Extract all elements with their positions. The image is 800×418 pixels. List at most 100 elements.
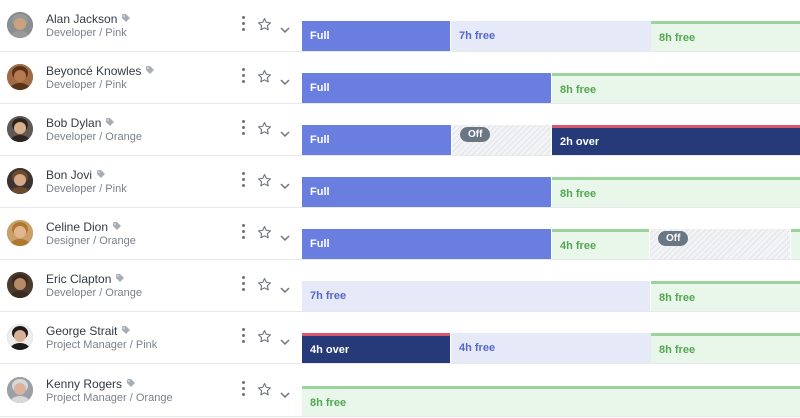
allocation-bar-full[interactable]: Full [302, 177, 551, 207]
star-icon[interactable] [257, 17, 272, 32]
allocation-bar-fresh[interactable]: 8h free [302, 386, 800, 416]
star-icon[interactable] [257, 382, 272, 397]
person-name-text: George Strait [46, 324, 118, 338]
person-info[interactable]: Eric Clapton Developer / Orange [0, 260, 302, 312]
allocation-label: 8h free [310, 397, 347, 409]
more-options-icon[interactable] [240, 16, 246, 32]
schedule-row: Kenny Rogers Project Manager / Orange 8h f… [0, 365, 800, 417]
tag-icon [106, 115, 115, 129]
avatar [7, 324, 33, 350]
star-icon[interactable] [257, 173, 272, 188]
more-options-icon[interactable] [240, 120, 246, 136]
tag-icon [122, 323, 131, 337]
schedule-row: Eric Clapton Developer / Orange 7h free 8h … [0, 260, 800, 312]
allocation-label: 8h free [659, 32, 696, 44]
allocation-bar-free[interactable]: 4h free [451, 333, 651, 363]
person-info[interactable]: Alan Jackson Developer / Pink [0, 0, 302, 52]
person-info[interactable]: Celine Dion Designer / Orange [0, 208, 302, 260]
more-options-icon[interactable] [240, 328, 246, 344]
chevron-down-icon[interactable] [280, 21, 290, 34]
person-role: Project Manager / Orange [46, 392, 173, 404]
person-name: George Strait [46, 323, 131, 338]
tag-icon [116, 271, 125, 285]
person-info[interactable]: Bob Dylan Developer / Orange [0, 104, 302, 156]
person-info[interactable]: Kenny Rogers Project Manager / Orange [0, 365, 302, 417]
chevron-down-icon[interactable] [280, 125, 290, 138]
chevron-down-icon[interactable] [280, 386, 290, 399]
person-info[interactable]: Bon Jovi Developer / Pink [0, 156, 302, 208]
more-options-icon[interactable] [240, 172, 246, 188]
allocation-bar-off[interactable]: Off [650, 229, 790, 259]
allocation-bar-fresh[interactable]: 8h free [651, 281, 800, 311]
person-role: Developer / Pink [46, 27, 127, 39]
team-schedule: Alan Jackson Developer / Pink Full 7h free 8… [0, 0, 800, 418]
star-icon[interactable] [257, 225, 272, 240]
person-role: Developer / Pink [46, 79, 127, 91]
more-options-icon[interactable] [240, 381, 246, 397]
star-icon[interactable] [257, 329, 272, 344]
allocation-label: 8h free [560, 188, 597, 200]
more-options-icon[interactable] [240, 68, 246, 84]
person-name: Bon Jovi [46, 167, 106, 182]
star-icon[interactable] [257, 277, 272, 292]
allocation-label: Full [310, 30, 330, 42]
schedule-row: Alan Jackson Developer / Pink Full 7h free 8… [0, 0, 800, 52]
allocation-label: 7h free [310, 290, 347, 302]
allocation-bar-free[interactable]: 7h free [451, 21, 651, 51]
row-divider [0, 363, 800, 364]
allocation-bar-fresh[interactable]: 8h free [651, 333, 800, 363]
allocation-bar-over[interactable]: 4h over [302, 333, 450, 363]
allocation-label: Full [310, 238, 330, 250]
allocation-bar-fresh[interactable]: 8h free [552, 73, 800, 103]
chevron-down-icon[interactable] [280, 177, 290, 190]
person-name-text: Bon Jovi [46, 168, 93, 182]
person-info[interactable]: George Strait Project Manager / Pink [0, 312, 302, 364]
allocation-bar-fresh[interactable]: 8h free [651, 21, 800, 51]
allocation-bar-full[interactable]: Full [302, 73, 551, 103]
allocation-bar-fresh[interactable]: 4h free [552, 229, 649, 259]
chevron-down-icon[interactable] [280, 333, 290, 346]
tag-icon [146, 63, 155, 77]
allocation-bar-off[interactable]: Off [452, 125, 551, 155]
schedule-row: Beyoncé Knowles Developer / Pink Full 8h fr… [0, 52, 800, 104]
schedule-row: Celine Dion Designer / Orange Full 4h free O… [0, 208, 800, 260]
person-name-text: Eric Clapton [46, 272, 112, 286]
allocation-bar-fresh[interactable] [791, 229, 800, 259]
chevron-down-icon[interactable] [280, 229, 290, 242]
chevron-down-icon[interactable] [280, 73, 290, 86]
allocation-bar-full[interactable]: Full [302, 125, 451, 155]
more-options-icon[interactable] [240, 276, 246, 292]
schedule-row: Bob Dylan Developer / Orange Full Off 2h ove… [0, 104, 800, 156]
tag-icon [113, 219, 122, 233]
allocation-label: 4h over [310, 344, 350, 356]
person-role: Designer / Orange [46, 235, 136, 247]
allocation-bar-fresh[interactable]: 8h free [552, 177, 800, 207]
tag-icon [122, 11, 131, 25]
allocation-bar-full[interactable]: Full [302, 229, 551, 259]
person-name: Beyoncé Knowles [46, 63, 155, 78]
schedule-row: Bon Jovi Developer / Pink Full 8h free [0, 156, 800, 208]
allocation-label: 8h free [659, 292, 696, 304]
tag-icon [127, 376, 136, 390]
person-name: Bob Dylan [46, 115, 115, 130]
star-icon[interactable] [257, 121, 272, 136]
person-name: Kenny Rogers [46, 376, 136, 391]
off-badge: Off [460, 127, 491, 142]
chevron-down-icon[interactable] [280, 281, 290, 294]
avatar [7, 116, 33, 142]
avatar [7, 12, 33, 38]
person-name-text: Kenny Rogers [46, 377, 123, 391]
person-name-text: Bob Dylan [46, 116, 102, 130]
person-name-text: Celine Dion [46, 220, 109, 234]
person-info[interactable]: Beyoncé Knowles Developer / Pink [0, 52, 302, 104]
allocation-bar-full[interactable]: Full [302, 21, 450, 51]
allocation-label: 8h free [560, 84, 597, 96]
allocation-label: Full [310, 186, 330, 198]
star-icon[interactable] [257, 69, 272, 84]
more-options-icon[interactable] [240, 224, 246, 240]
person-role: Developer / Pink [46, 183, 127, 195]
person-role: Developer / Orange [46, 131, 142, 143]
allocation-label: Full [310, 82, 330, 94]
allocation-bar-free[interactable]: 7h free [302, 281, 650, 311]
allocation-bar-over[interactable]: 2h over [552, 125, 800, 155]
